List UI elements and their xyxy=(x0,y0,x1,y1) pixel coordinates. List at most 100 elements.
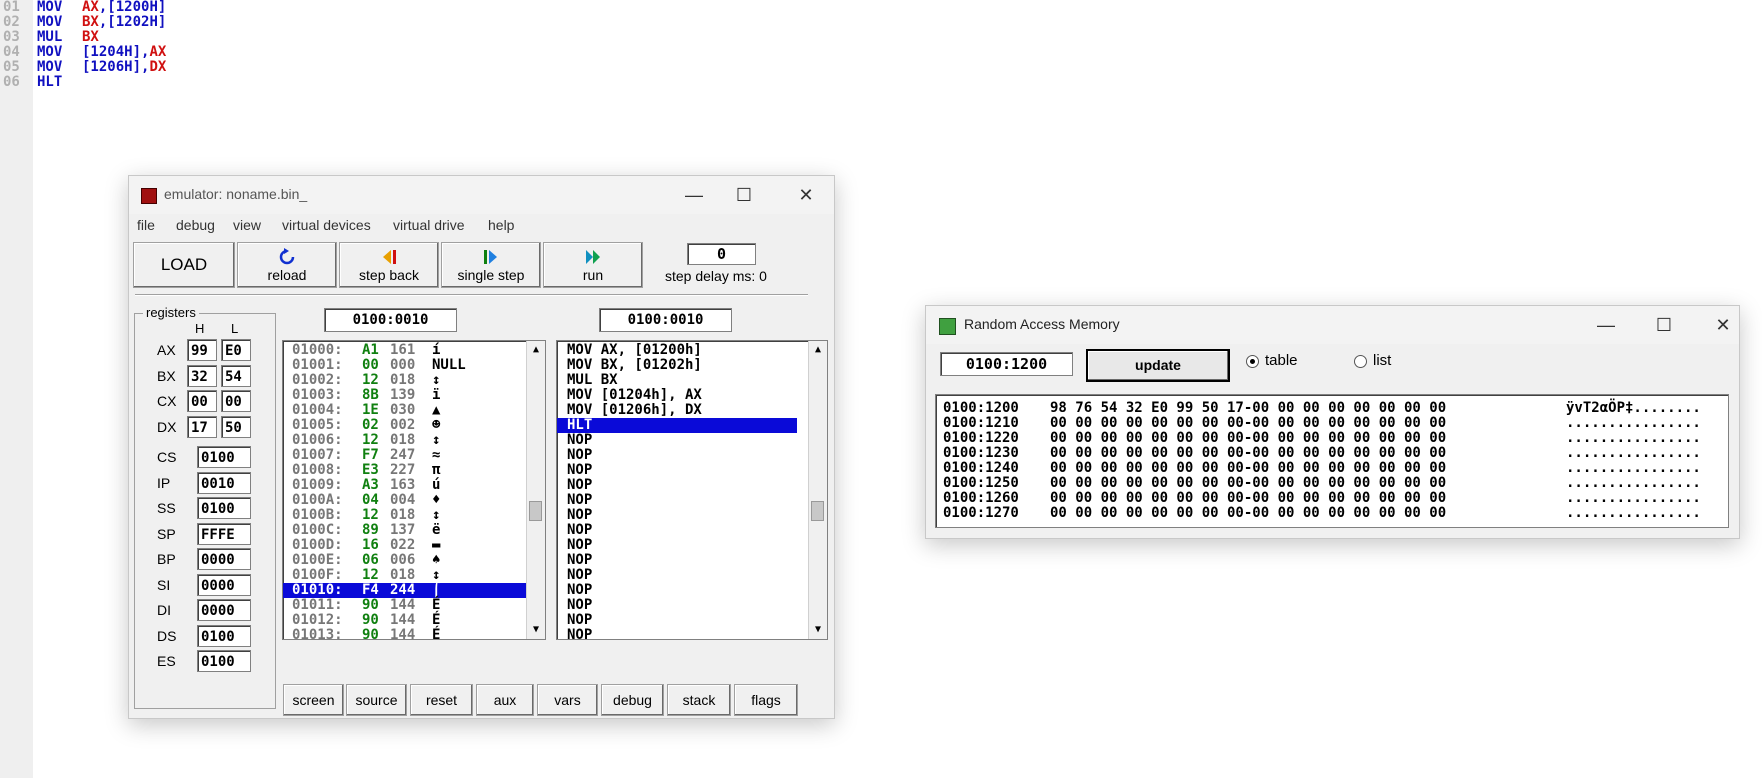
register-ip[interactable]: 0010 xyxy=(197,471,251,494)
list-radio[interactable]: list xyxy=(1354,352,1391,369)
register-cx-low[interactable]: 00 xyxy=(221,390,251,412)
disassembly-row[interactable]: NOP xyxy=(557,583,797,598)
ram-row[interactable]: 0100:1230 00 00 00 00 00 00 00 00-00 00 0… xyxy=(936,446,1726,461)
load-button[interactable]: LOAD xyxy=(133,242,235,288)
disassembly-list[interactable]: MOV AX, [01200h] MOV BX, [01202h] MUL BX MO… xyxy=(556,340,828,640)
ram-address-input[interactable]: 0100:1200 xyxy=(940,352,1073,376)
debug-button[interactable]: debug xyxy=(601,684,664,716)
register-sp[interactable]: FFFE xyxy=(197,522,251,545)
menu-view[interactable]: view xyxy=(233,217,261,233)
register-ss[interactable]: 0100 xyxy=(197,497,251,519)
disassembly-row[interactable]: MOV [01204h], AX xyxy=(557,388,797,403)
disassembly-row[interactable]: NOP xyxy=(557,568,797,583)
register-bx-low[interactable]: 54 xyxy=(221,364,251,387)
memory-row[interactable]: 0100E: 06 006 ♠ xyxy=(283,553,526,568)
memory-address-input[interactable]: 0100:0010 xyxy=(324,308,457,332)
memory-list[interactable]: 01000: A1 161 í 01001: 00 000 NULL 01002: 12 018 ↕ 0… xyxy=(282,340,546,640)
aux-button[interactable]: aux xyxy=(476,684,534,716)
source-button[interactable]: source xyxy=(346,684,407,716)
memory-row[interactable]: 01004: 1E 030 ▲ xyxy=(283,403,526,418)
disassembly-row[interactable]: NOP xyxy=(557,478,797,493)
memory-row[interactable]: 01003: 8B 139 ï xyxy=(283,388,526,403)
ram-row[interactable]: 0100:1270 00 00 00 00 00 00 00 00-00 00 0… xyxy=(936,506,1726,521)
disassembly-scroll-thumb[interactable] xyxy=(811,501,824,521)
register-bp[interactable]: 0000 xyxy=(197,548,251,570)
menu-virtual-drive[interactable]: virtual drive xyxy=(393,217,465,233)
memory-row[interactable]: 01012: 90 144 É xyxy=(283,613,526,628)
menu-virtual-devices[interactable]: virtual devices xyxy=(282,217,371,233)
flags-button[interactable]: flags xyxy=(734,684,798,716)
memory-row[interactable]: 01000: A1 161 í xyxy=(283,343,526,358)
menu-debug[interactable]: debug xyxy=(176,217,215,233)
ram-row[interactable]: 0100:1200 98 76 54 32 E0 99 50 17-00 00 0… xyxy=(936,401,1726,416)
close-icon[interactable]: ✕ xyxy=(1709,312,1737,338)
memory-row[interactable]: 0100A: 04 004 ♦ xyxy=(283,493,526,508)
ram-titlebar[interactable]: Random Access Memory — ☐ ✕ xyxy=(926,306,1739,344)
disassembly-row[interactable]: NOP xyxy=(557,433,797,448)
disassembly-address-input[interactable]: 0100:0010 xyxy=(599,308,732,332)
scroll-up-icon[interactable]: ▲ xyxy=(809,341,827,359)
register-dx-high[interactable]: 17 xyxy=(187,415,217,438)
register-di[interactable]: 0000 xyxy=(197,599,251,621)
memory-row[interactable]: 01005: 02 002 ☻ xyxy=(283,418,526,433)
update-button[interactable]: update xyxy=(1086,349,1230,382)
table-radio[interactable]: table xyxy=(1246,352,1298,369)
ram-row[interactable]: 0100:1260 00 00 00 00 00 00 00 00-00 00 0… xyxy=(936,491,1726,506)
disassembly-row[interactable]: NOP xyxy=(557,463,797,478)
reset-button[interactable]: reset xyxy=(410,684,473,716)
disassembly-row[interactable]: MOV AX, [01200h] xyxy=(557,343,797,358)
disassembly-row[interactable]: MOV [01206h], DX xyxy=(557,403,797,418)
memory-row[interactable]: 01009: A3 163 ú xyxy=(283,478,526,493)
disassembly-row[interactable]: NOP xyxy=(557,493,797,508)
reload-button[interactable]: reload xyxy=(237,242,337,288)
memory-scroll-thumb[interactable] xyxy=(529,501,542,521)
close-icon[interactable]: ✕ xyxy=(792,182,820,208)
minimize-icon[interactable]: — xyxy=(680,182,708,208)
maximize-icon[interactable]: ☐ xyxy=(1650,312,1678,338)
memory-row[interactable]: 01010: F4 244 ⌠ xyxy=(283,583,526,598)
single-step-button[interactable]: single step xyxy=(441,242,541,288)
scroll-down-icon[interactable]: ▼ xyxy=(527,621,545,639)
ram-table[interactable]: 0100:1200 98 76 54 32 E0 99 50 17-00 00 0… xyxy=(935,394,1729,528)
disassembly-row[interactable]: NOP xyxy=(557,628,797,640)
disassembly-row[interactable]: NOP xyxy=(557,508,797,523)
scroll-down-icon[interactable]: ▼ xyxy=(809,621,827,639)
memory-row[interactable]: 0100D: 16 022 ▬ xyxy=(283,538,526,553)
ram-row[interactable]: 0100:1250 00 00 00 00 00 00 00 00-00 00 0… xyxy=(936,476,1726,491)
register-cx-high[interactable]: 00 xyxy=(187,390,217,412)
disassembly-row[interactable]: NOP xyxy=(557,523,797,538)
memory-row[interactable]: 01006: 12 018 ↕ xyxy=(283,433,526,448)
register-cs[interactable]: 0100 xyxy=(197,446,251,468)
memory-row[interactable]: 01008: E3 227 π xyxy=(283,463,526,478)
screen-button[interactable]: screen xyxy=(283,684,344,716)
minimize-icon[interactable]: — xyxy=(1592,312,1620,338)
disassembly-row[interactable]: MOV BX, [01202h] xyxy=(557,358,797,373)
register-ds[interactable]: 0100 xyxy=(197,624,251,647)
vars-button[interactable]: vars xyxy=(537,684,598,716)
memory-row[interactable]: 0100B: 12 018 ↕ xyxy=(283,508,526,523)
memory-row[interactable]: 0100C: 89 137 ë xyxy=(283,523,526,538)
memory-row[interactable]: 0100F: 12 018 ↕ xyxy=(283,568,526,583)
ram-row[interactable]: 0100:1220 00 00 00 00 00 00 00 00-00 00 0… xyxy=(936,431,1726,446)
register-ax-low[interactable]: E0 xyxy=(221,339,251,361)
disassembly-row[interactable]: NOP xyxy=(557,598,797,613)
menu-help[interactable]: help xyxy=(488,217,514,233)
ram-row[interactable]: 0100:1210 00 00 00 00 00 00 00 00-00 00 0… xyxy=(936,416,1726,431)
disassembly-scrollbar[interactable]: ▲ ▼ xyxy=(808,341,827,639)
register-ax-high[interactable]: 99 xyxy=(187,339,217,361)
emulator-titlebar[interactable]: emulator: noname.bin_ — ☐ ✕ xyxy=(129,176,834,214)
stack-button[interactable]: stack xyxy=(667,684,731,716)
memory-row[interactable]: 01011: 90 144 É xyxy=(283,598,526,613)
memory-row[interactable]: 01007: F7 247 ≈ xyxy=(283,448,526,463)
menu-file[interactable]: file xyxy=(137,217,155,233)
scroll-up-icon[interactable]: ▲ xyxy=(527,341,545,359)
step-back-button[interactable]: step back xyxy=(339,242,439,288)
memory-scrollbar[interactable]: ▲ ▼ xyxy=(526,341,545,639)
memory-row[interactable]: 01002: 12 018 ↕ xyxy=(283,373,526,388)
register-si[interactable]: 0000 xyxy=(197,573,251,596)
run-button[interactable]: run xyxy=(543,242,643,288)
memory-row[interactable]: 01013: 90 144 É xyxy=(283,628,526,640)
ram-row[interactable]: 0100:1240 00 00 00 00 00 00 00 00-00 00 0… xyxy=(936,461,1726,476)
disassembly-row[interactable]: NOP xyxy=(557,538,797,553)
maximize-icon[interactable]: ☐ xyxy=(730,182,758,208)
